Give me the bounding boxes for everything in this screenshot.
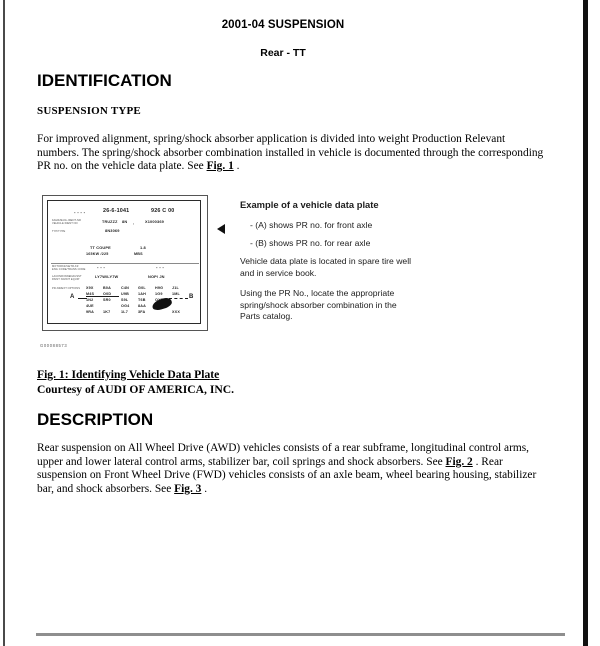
scan-edge-right-white	[588, 0, 600, 646]
plate-pr-cell: 1L7	[121, 310, 128, 314]
left-arrow-icon	[217, 224, 225, 234]
plate-label-paint-2: PAINT NO/INT EQUIP	[52, 278, 80, 281]
document-title: 2001-04 SUSPENSION	[221, 19, 345, 31]
callout-note-usage-line3: Parts catalog.	[240, 311, 293, 321]
plate-marker-b: B	[189, 294, 194, 300]
callout-note-location: Vehicle data plate is located in spare t…	[240, 256, 455, 279]
plate-pr-cell: 1AH	[138, 292, 146, 296]
callout-item-b: - (B) shows PR no. for rear axle	[250, 238, 371, 248]
figure-ref-2[interactable]: Fig. 2	[446, 456, 473, 468]
plate-pr-cell: B0A	[103, 286, 111, 290]
plate-power: 165KW /225	[86, 252, 109, 256]
plate-vin-comma: ,	[133, 220, 135, 225]
plate-pr-cell: 1G9	[155, 292, 163, 296]
plate-engine-dashes-right: - - -	[156, 265, 165, 270]
plate-pr-cell: 1N2	[86, 298, 94, 302]
plate-paint-code-right: NOP/ JN	[148, 274, 165, 279]
callout-note-location-line1: Vehicle data plate is located in spare t…	[240, 256, 412, 266]
plate-leader-line-b	[169, 298, 188, 299]
section-heading-identification: IDENTIFICATION	[37, 71, 172, 90]
figure-callout: Example of a vehicle data plate - (A) sh…	[240, 199, 455, 332]
section-heading-description: DESCRIPTION	[37, 410, 154, 429]
identification-line-2: numbers. The spring/shock absorber combi…	[37, 146, 544, 159]
identification-line-3-pre: PR no. on the vehicle data plate. See	[37, 160, 207, 173]
callout-note-usage: Using the PR No., locate the appropriate…	[240, 288, 455, 323]
plate-pr-cell: S9L	[121, 298, 129, 302]
plate-type-code: 8N3069	[105, 228, 120, 233]
callout-note-usage-line1: Using the PR No., locate the appropriate	[240, 288, 395, 298]
plate-underline-a2	[103, 296, 119, 297]
description-line-4-post: .	[201, 482, 208, 495]
description-line-2-post: . Rear	[472, 455, 503, 468]
plate-label-vin-2: VEHICLE IDENT NO	[52, 222, 78, 225]
plate-pr-cell: 1K7	[103, 310, 111, 314]
description-line-1: Rear suspension on All Wheel Drive (AWD)…	[37, 442, 530, 454]
plate-row1-code: 26-6-1041	[103, 208, 130, 214]
plate-pr-cell: T6B	[138, 298, 146, 302]
description-paragraph: Rear suspension on All Wheel Drive (AWD)…	[37, 442, 567, 496]
document-page: 2001-04 SUSPENSION Rear - TT IDENTIFICAT…	[0, 0, 600, 646]
plate-vin-mid: 8N	[122, 219, 128, 224]
plate-label-engine-2: ENG CODE/TRANS CODE	[52, 268, 86, 271]
plate-pr-cell: H9G	[155, 286, 164, 290]
identification-line-3-post: .	[233, 160, 240, 173]
plate-row1-right: 926 C 00	[151, 208, 175, 214]
plate-model-num: 1.8	[140, 245, 146, 250]
plate-pr-cell: 9RA	[86, 310, 94, 314]
plate-pr-cell: J1L	[172, 286, 179, 290]
plate-divider-1	[51, 263, 199, 264]
document-subtitle: Rear - TT	[260, 47, 306, 59]
figure-caption-line2: Courtesy of AUDI OF AMERICA, INC.	[37, 382, 234, 396]
figure-ref-1[interactable]: Fig. 1	[207, 160, 234, 172]
callout-note-location-line2: and in service book.	[240, 267, 317, 278]
figure-caption: Fig. 1: Identifying Vehicle Data Plate C…	[37, 368, 234, 397]
plate-model: TT COUPE	[90, 245, 111, 250]
plate-pr-cell: 8AA	[138, 304, 146, 308]
callout-note-usage-line2: spring/shock absorber combination in the	[240, 299, 397, 310]
plate-pr-cell: XXX	[172, 310, 180, 314]
description-line-3: suspension on Front Wheel Drive (FWD) ve…	[37, 469, 537, 482]
callout-item-a: - (A) shows PR no. for front axle	[250, 220, 373, 230]
plate-leader-line-a	[78, 298, 87, 299]
plate-pr-cell: U9B	[121, 292, 129, 296]
plate-row1-dashes: - - - -	[74, 210, 86, 215]
vehicle-data-plate: - - - - 26-6-1041 926 C 00 FAHRZEUG-IDEN…	[47, 200, 201, 324]
plate-label-pr: PR-NR/EXT OPTIONS	[52, 287, 81, 290]
identification-line-1: For improved alignment, spring/shock abs…	[37, 133, 506, 145]
plate-vin-right: X1000369	[145, 219, 164, 224]
plate-pr-cell: C4N	[121, 286, 129, 290]
callout-title: Example of a vehicle data plate	[240, 199, 379, 210]
identification-paragraph: For improved alignment, spring/shock abs…	[37, 133, 567, 174]
description-line-2-pre: upper and lower lateral control arms, st…	[37, 455, 446, 468]
plate-pr-cell: SR0	[103, 298, 111, 302]
plate-pr-cell: 1ML	[172, 292, 180, 296]
figure-caption-line1: Fig. 1: Identifying Vehicle Data Plate	[37, 368, 220, 381]
plate-pr-cell: 3FA	[138, 310, 146, 314]
subsection-heading-suspension-type: SUSPENSION TYPE	[37, 105, 141, 117]
plate-pr-cell: OG4	[121, 304, 130, 308]
figure-source-code: G00088573	[40, 343, 68, 348]
plate-pr-cell: X9X	[86, 286, 94, 290]
plate-power-unit: MBS	[134, 252, 143, 256]
description-line-4-pre: bar, and shock absorbers. See	[37, 482, 175, 495]
figure-vehicle-data-plate: - - - - 26-6-1041 926 C 00 FAHRZEUG-IDEN…	[42, 195, 208, 331]
plate-pr-cell: G0L	[138, 286, 146, 290]
plate-vin-prefix: TRUZZZ	[102, 220, 118, 224]
page-content: 2001-04 SUSPENSION Rear - TT IDENTIFICAT…	[0, 0, 583, 646]
plate-engine-dashes-left: - - -	[97, 265, 106, 270]
plate-pr-cell: 4UE	[86, 304, 94, 308]
footer-divider	[36, 633, 565, 636]
figure-ref-3[interactable]: Fig. 3	[174, 483, 201, 495]
plate-marker-a: A	[70, 294, 75, 300]
plate-underline-a	[86, 296, 104, 297]
plate-label-type: TYP/TYPE	[52, 230, 66, 233]
plate-paint-code: LY7W/LY7W	[95, 274, 119, 279]
